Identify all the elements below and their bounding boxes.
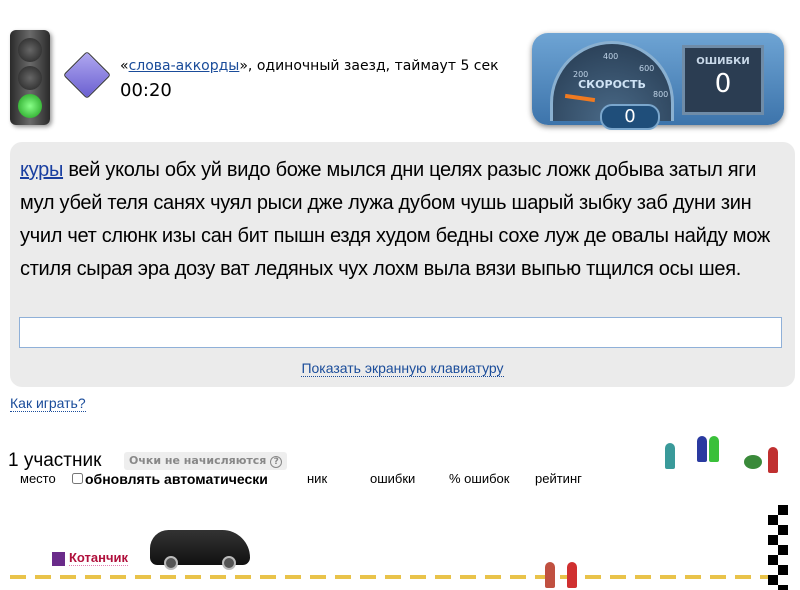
finish-flag-icon	[768, 505, 788, 590]
lamp-red	[18, 38, 42, 62]
header-errors: ошибки	[370, 471, 416, 486]
road-lane	[10, 575, 770, 579]
spectator-icon	[567, 562, 577, 588]
header-place: место	[20, 471, 56, 486]
errors-label: ОШИБКИ	[696, 56, 750, 67]
auto-update-label: обновлять автоматически	[85, 471, 268, 487]
mode-link[interactable]: слова-аккорды	[129, 58, 240, 74]
traffic-light-icon	[10, 30, 50, 125]
tick-label: 400	[603, 52, 619, 61]
tick-label: 600	[639, 64, 655, 73]
quote: «	[120, 58, 129, 74]
speed-value: 0	[600, 104, 660, 130]
header-rating: рейтинг	[535, 471, 582, 486]
player-name: Котанчик	[69, 550, 129, 566]
wheel	[164, 556, 178, 570]
speed-needle	[564, 93, 596, 103]
player-car-icon	[150, 530, 250, 570]
header-errors-pct: % ошибок	[449, 471, 510, 486]
player-nick[interactable]: Котанчик	[52, 550, 129, 566]
header-nick: ник	[307, 471, 328, 486]
lamp-yellow	[18, 66, 42, 90]
spectator-icon	[545, 562, 555, 588]
spectator-icon	[665, 443, 675, 469]
mode-diamond-icon	[62, 50, 112, 100]
errors-value: 0	[714, 69, 732, 99]
lamp-green	[18, 94, 42, 118]
typing-input[interactable]	[19, 317, 782, 348]
spectator-icon	[768, 447, 778, 473]
bush-icon	[744, 455, 762, 469]
no-points-badge: Очки не начисляются ?	[124, 452, 288, 470]
typing-text: куры вей уколы обх уй видо боже мылся дн…	[20, 154, 790, 286]
typing-panel: куры вей уколы обх уй видо боже мылся дн…	[10, 142, 795, 387]
no-points-text: Очки не начисляются	[129, 454, 267, 467]
speedometer: 200 400 600 800 СКОРОСТЬ 0	[550, 41, 674, 130]
tick-label: 800	[653, 90, 669, 99]
wheel	[222, 556, 236, 570]
auto-update-checkbox[interactable]	[72, 473, 83, 484]
spectator-icon	[697, 436, 707, 462]
dashboard: 200 400 600 800 СКОРОСТЬ 0 ОШИБКИ 0	[532, 33, 784, 130]
game-description: », одиночный заезд, таймаут 5 сек	[239, 58, 499, 74]
game-info: «слова-аккорды», одиночный заезд, таймау…	[120, 58, 499, 74]
errors-box: ОШИБКИ 0	[682, 45, 764, 115]
auto-update-toggle[interactable]: обновлять автоматически	[72, 471, 268, 487]
speed-label: СКОРОСТЬ	[578, 78, 646, 91]
timer: 00:20	[120, 80, 172, 101]
spectator-icon	[709, 436, 719, 462]
player-avatar-icon	[52, 551, 65, 566]
participants-count: 1 участник	[8, 450, 102, 471]
show-keyboard-link[interactable]: Показать экранную клавиатуру	[301, 360, 504, 377]
remaining-text: вей уколы обх уй видо боже мылся дни цел…	[20, 159, 770, 280]
current-word: куры	[20, 159, 64, 181]
how-to-play-link[interactable]: Как играть?	[10, 395, 86, 412]
help-icon[interactable]: ?	[270, 456, 283, 468]
